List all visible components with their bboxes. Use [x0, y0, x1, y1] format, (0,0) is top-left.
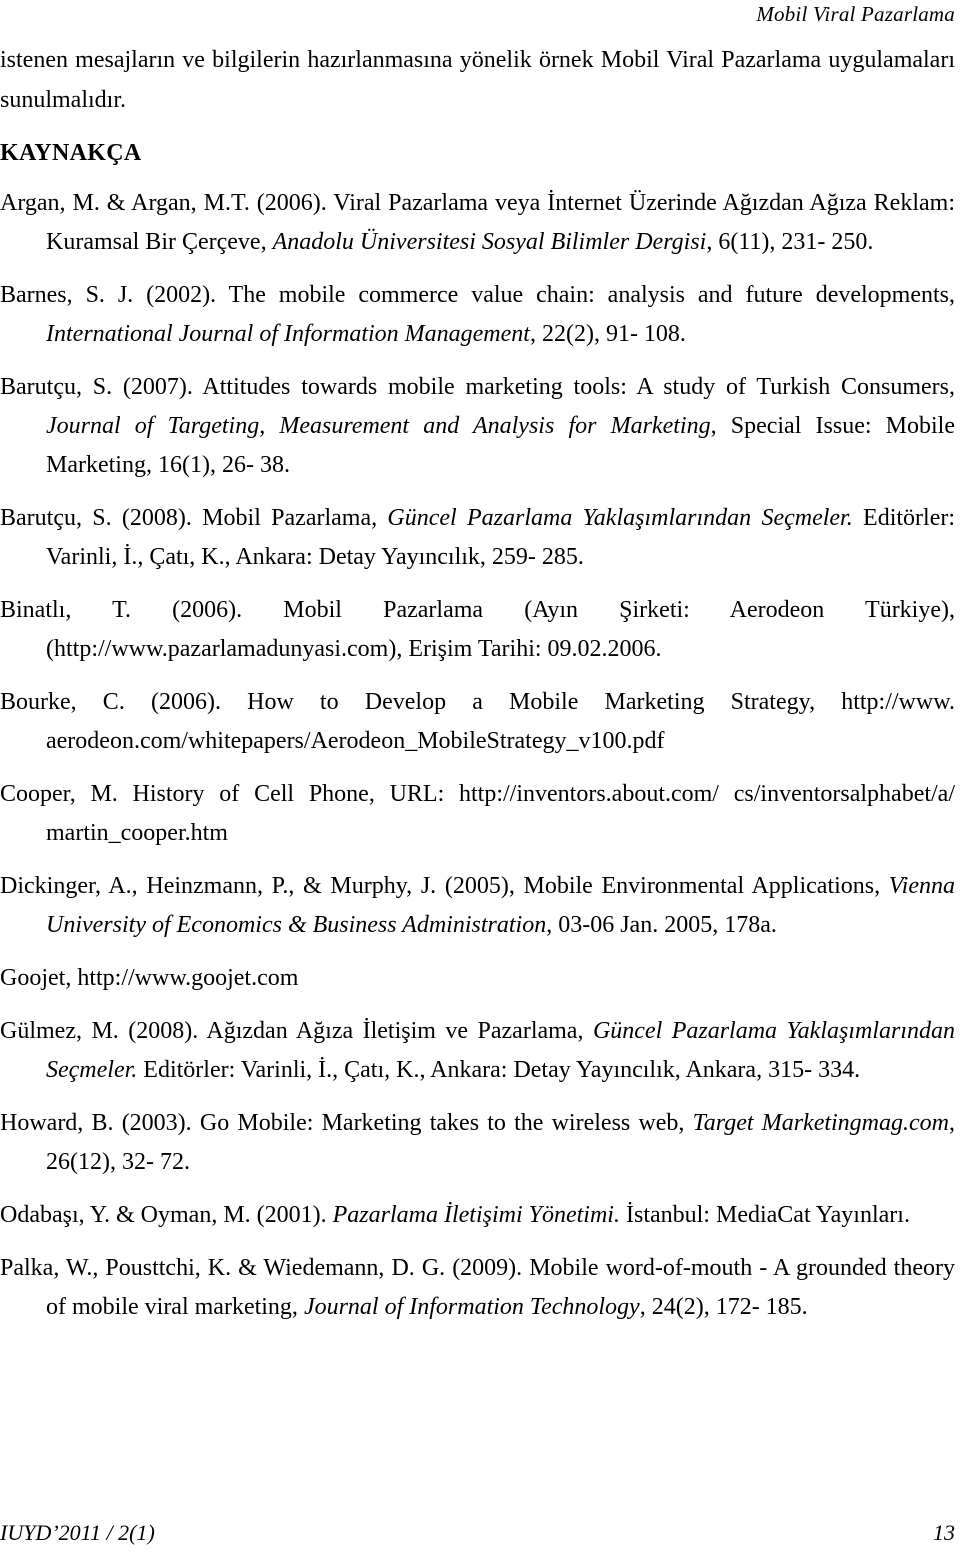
- reference-list: Argan, M. & Argan, M.T. (2006). Viral Pa…: [0, 184, 955, 1327]
- reference-text: Goojet, http://www.goojet.com: [0, 965, 299, 991]
- reference-entry-barnes-2002: Barnes, S. J. (2002). The mobile commerc…: [0, 276, 955, 354]
- page-content: istenen mesajların ve bilgilerin hazırla…: [0, 40, 955, 1341]
- reference-text: Gülmez, M. (2008). Ağızdan Ağıza İletişi…: [0, 1018, 593, 1044]
- footer-page-number: 13: [933, 1520, 955, 1545]
- reference-entry-bourke-2006: Bourke, C. (2006). How to Develop a Mobi…: [0, 683, 955, 761]
- reference-text: Howard, B. (2003). Go Mobile: Marketing …: [0, 1110, 693, 1136]
- reference-text: , 22(2), 91- 108.: [529, 321, 686, 347]
- reference-entry-dickinger-2005: Dickinger, A., Heinzmann, P., & Murphy, …: [0, 867, 955, 945]
- reference-entry-goojet: Goojet, http://www.goojet.com: [0, 959, 955, 998]
- references-heading: KAYNAKÇA: [0, 140, 142, 166]
- reference-entry-palka-2009: Palka, W., Pousttchi, K. & Wiedemann, D.…: [0, 1249, 955, 1327]
- reference-entry-barutcu-2007: Barutçu, S. (2007). Attitudes towards mo…: [0, 368, 955, 485]
- reference-text: Bourke, C. (2006). How to Develop a Mobi…: [0, 689, 955, 754]
- reference-entry-howard-2003: Howard, B. (2003). Go Mobile: Marketing …: [0, 1104, 955, 1182]
- reference-title-italic: International Journal of Information Man…: [46, 321, 530, 347]
- reference-title-italic: Güncel Pazarlama Yaklaşımlarından Seçmel…: [387, 505, 853, 531]
- reference-title-italic: Pazarlama İletişimi Yönetimi.: [332, 1202, 620, 1228]
- running-header: Mobil Viral Pazarlama: [756, 2, 955, 26]
- reference-text: Barutçu, S. (2008). Mobil Pazarlama,: [0, 505, 388, 531]
- document-page: Mobil Viral Pazarlama istenen mesajların…: [0, 0, 960, 1556]
- reference-entry-argan-2006: Argan, M. & Argan, M.T. (2006). Viral Pa…: [0, 184, 955, 262]
- reference-title-italic: Journal of Information Technology: [303, 1294, 640, 1320]
- reference-text: Barnes, S. J. (2002). The mobile commerc…: [0, 282, 955, 308]
- reference-entry-gulmez-2008: Gülmez, M. (2008). Ağızdan Ağıza İletişi…: [0, 1012, 955, 1090]
- reference-text: Odabaşı, Y. & Oyman, M. (2001).: [0, 1202, 333, 1228]
- reference-entry-cooper: Cooper, M. History of Cell Phone, URL: h…: [0, 775, 955, 853]
- reference-text: Dickinger, A., Heinzmann, P., & Murphy, …: [0, 873, 889, 899]
- reference-text: Editörler: Varinli, İ., Çatı, K., Ankara…: [137, 1057, 861, 1083]
- reference-text: İstanbul: MediaCat Yayınları.: [619, 1202, 910, 1228]
- reference-text: Binatlı, T. (2006). Mobil Pazarlama (Ayı…: [0, 597, 955, 662]
- reference-entry-barutcu-2008: Barutçu, S. (2008). Mobil Pazarlama, Gün…: [0, 499, 955, 577]
- reference-text: Barutçu, S. (2007). Attitudes towards mo…: [0, 374, 955, 400]
- reference-title-italic: Anadolu Üniversitesi Sosyal Bilimler Der…: [272, 229, 707, 255]
- footer-journal-issue: IUYD’2011 / 2(1): [0, 1520, 155, 1545]
- reference-text: , 24(2), 172- 185.: [639, 1294, 808, 1320]
- reference-title-italic: Journal of Targeting, Measurement and An…: [46, 413, 711, 439]
- reference-entry-binatli-2006: Binatlı, T. (2006). Mobil Pazarlama (Ayı…: [0, 591, 955, 669]
- continuation-paragraph: istenen mesajların ve bilgilerin hazırla…: [0, 47, 955, 113]
- reference-text: , 03-06 Jan. 2005, 178a.: [546, 912, 777, 938]
- reference-text: , 6(11), 231- 250.: [706, 229, 874, 255]
- reference-entry-odabasi-2001: Odabaşı, Y. & Oyman, M. (2001). Pazarlam…: [0, 1196, 955, 1235]
- reference-title-italic: Target Marketingmag.com: [692, 1110, 950, 1136]
- reference-text: Cooper, M. History of Cell Phone, URL: h…: [0, 781, 955, 846]
